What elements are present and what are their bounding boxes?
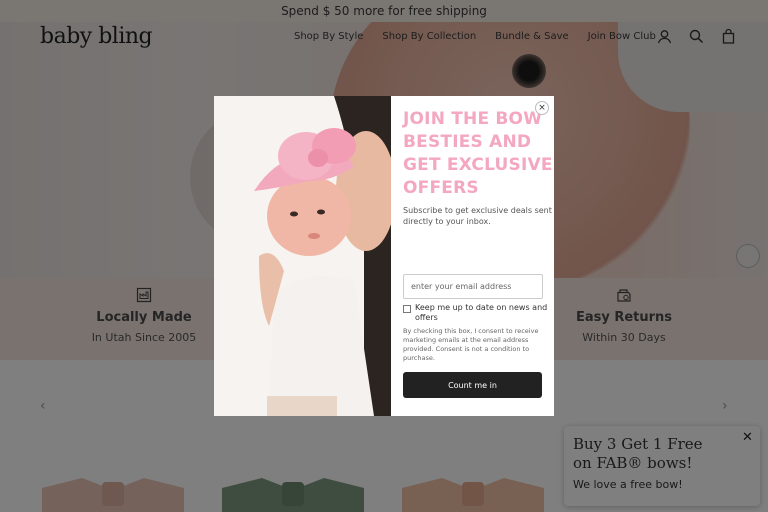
newsletter-consent-row: Keep me up to date on news and offers — [403, 303, 553, 323]
modal-content: × JOIN THE BOW BESTIES AND GET EXCLUSIVE… — [214, 96, 554, 416]
close-icon[interactable]: × — [535, 101, 549, 115]
count-me-in-button[interactable]: Count me in — [403, 372, 542, 398]
consent-text: By checking this box, I consent to recei… — [403, 327, 539, 362]
modal-title: JOIN THE BOW BESTIES AND GET EXCLUSIVE O… — [403, 109, 553, 198]
newsletter-checkbox[interactable] — [403, 305, 411, 313]
checkbox-label: Keep me up to date on news and offers — [415, 303, 548, 322]
email-field[interactable] — [403, 274, 543, 299]
modal-subtitle: Subscribe to get exclusive deals sent di… — [403, 206, 552, 226]
